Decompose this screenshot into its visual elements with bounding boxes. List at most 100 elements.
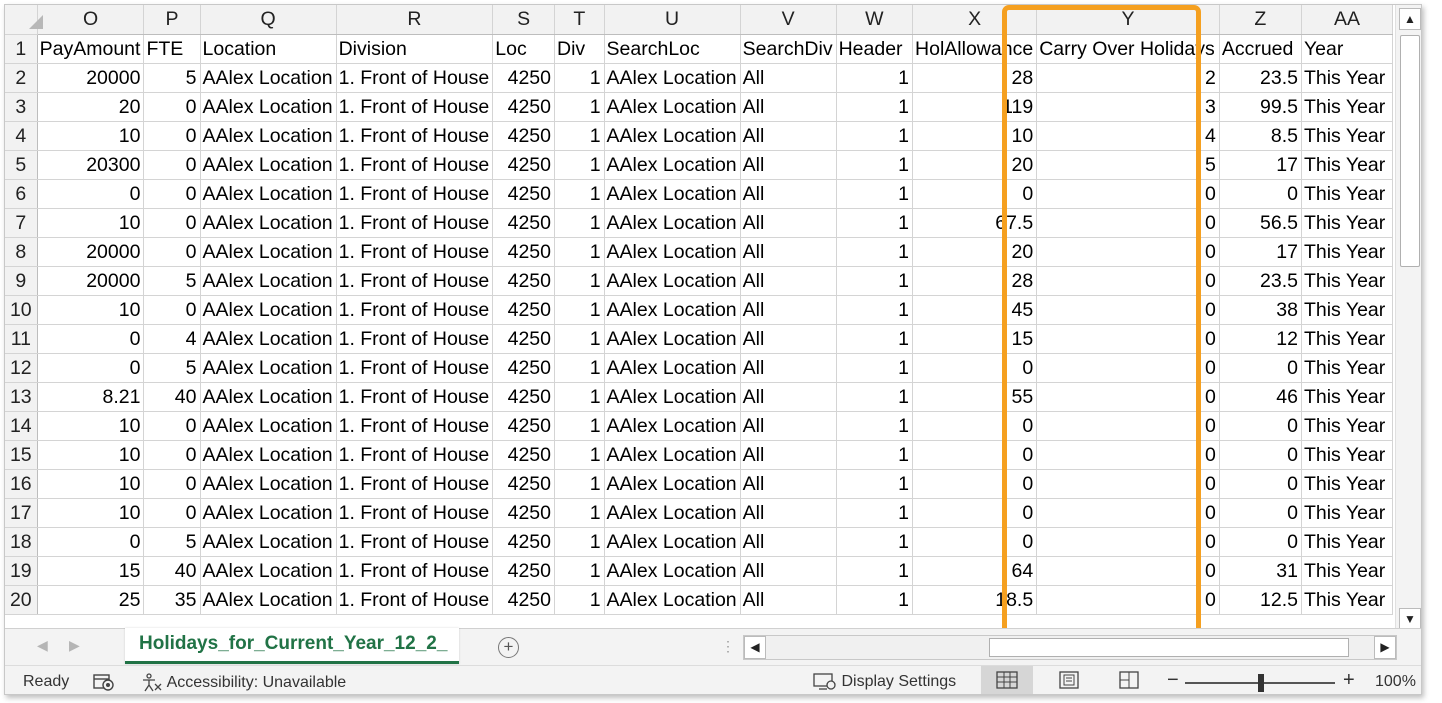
cell[interactable]: 10 — [37, 411, 145, 441]
cell[interactable]: All — [740, 92, 837, 122]
cell[interactable]: 1 — [836, 121, 914, 151]
cell[interactable]: 0 — [143, 498, 201, 528]
cell[interactable]: This Year — [1301, 556, 1393, 586]
cell[interactable]: 10 — [37, 208, 145, 238]
cell[interactable]: 1 — [554, 63, 605, 93]
header-cell[interactable]: SearchDiv — [740, 34, 837, 64]
row-header[interactable]: 20 — [5, 585, 38, 615]
cell[interactable]: 0 — [912, 411, 1038, 441]
row-header[interactable]: 14 — [5, 411, 38, 441]
accessibility-status[interactable]: Accessibility: Unavailable — [141, 673, 346, 693]
cell[interactable]: This Year — [1301, 324, 1393, 354]
zoom-slider-thumb[interactable] — [1258, 674, 1264, 692]
cell[interactable]: 20000 — [37, 266, 145, 296]
cell[interactable]: This Year — [1301, 179, 1393, 209]
cell[interactable]: This Year — [1301, 266, 1393, 296]
cell[interactable]: AAlex Location — [604, 63, 741, 93]
cell[interactable]: 1 — [836, 556, 914, 586]
cell[interactable]: 1 — [554, 266, 605, 296]
cell[interactable]: 1 — [554, 324, 605, 354]
cell[interactable]: AAlex Location — [200, 179, 337, 209]
cell[interactable]: 0 — [37, 324, 145, 354]
cell[interactable]: 4250 — [492, 324, 555, 354]
cell[interactable]: 1 — [554, 237, 605, 267]
cell[interactable]: 4250 — [492, 266, 555, 296]
cell[interactable]: AAlex Location — [200, 63, 337, 93]
cell[interactable]: 0 — [143, 92, 201, 122]
cell[interactable]: AAlex Location — [200, 295, 337, 325]
cell[interactable]: All — [740, 411, 837, 441]
cell[interactable]: All — [740, 324, 837, 354]
cell[interactable]: 0 — [1219, 411, 1302, 441]
cell[interactable]: This Year — [1301, 353, 1393, 383]
cell[interactable]: AAlex Location — [604, 527, 741, 557]
cell[interactable]: 4250 — [492, 585, 555, 615]
cell[interactable]: 0 — [1036, 266, 1220, 296]
cell[interactable]: All — [740, 121, 837, 151]
column-header-z[interactable]: Z — [1219, 5, 1302, 35]
cell[interactable]: 0 — [37, 353, 145, 383]
cell[interactable]: 1. Front of House — [336, 469, 494, 499]
cell[interactable]: 4250 — [492, 295, 555, 325]
cell[interactable]: 0 — [143, 150, 201, 180]
row-header[interactable]: 16 — [5, 469, 38, 499]
cell[interactable]: 1 — [836, 324, 914, 354]
cell[interactable]: 15 — [912, 324, 1038, 354]
cell[interactable]: 5 — [143, 527, 201, 557]
cell[interactable]: 1. Front of House — [336, 353, 494, 383]
cell[interactable]: 0 — [1036, 440, 1220, 470]
cell[interactable]: 0 — [143, 179, 201, 209]
cell[interactable]: 4 — [143, 324, 201, 354]
cell[interactable]: This Year — [1301, 295, 1393, 325]
cell[interactable]: AAlex Location — [604, 353, 741, 383]
cell[interactable]: 1. Front of House — [336, 382, 494, 412]
cell[interactable]: 1 — [836, 266, 914, 296]
cell[interactable]: 0 — [143, 469, 201, 499]
tab-prev-icon[interactable]: ◀ — [37, 637, 48, 654]
row-header[interactable]: 17 — [5, 498, 38, 528]
cell[interactable]: AAlex Location — [200, 208, 337, 238]
cell[interactable]: 5 — [1036, 150, 1220, 180]
cell[interactable]: 38 — [1219, 295, 1302, 325]
cell[interactable]: 18.5 — [912, 585, 1038, 615]
macro-record-icon[interactable] — [93, 673, 115, 691]
cell[interactable]: 4250 — [492, 63, 555, 93]
cell[interactable]: 1 — [836, 411, 914, 441]
cell[interactable]: All — [740, 440, 837, 470]
cell[interactable]: 0 — [912, 469, 1038, 499]
cell[interactable]: 4250 — [492, 92, 555, 122]
cell[interactable]: This Year — [1301, 527, 1393, 557]
row-header[interactable]: 3 — [5, 92, 38, 122]
cell[interactable]: 1 — [836, 295, 914, 325]
cell[interactable]: This Year — [1301, 63, 1393, 93]
row-header[interactable]: 18 — [5, 527, 38, 557]
cell[interactable]: 0 — [37, 527, 145, 557]
scroll-left-icon[interactable]: ◀ — [744, 636, 766, 659]
cell[interactable]: 1 — [836, 150, 914, 180]
scroll-up-icon[interactable]: ▲ — [1399, 8, 1421, 30]
cell[interactable]: 1 — [836, 237, 914, 267]
horizontal-scroll-thumb[interactable] — [989, 638, 1349, 657]
cell[interactable]: 1. Front of House — [336, 63, 494, 93]
cell[interactable]: 0 — [1219, 179, 1302, 209]
vertical-scroll-thumb[interactable] — [1400, 35, 1420, 267]
cell[interactable]: AAlex Location — [200, 469, 337, 499]
cell[interactable]: 3 — [1036, 92, 1220, 122]
cell[interactable]: 4 — [1036, 121, 1220, 151]
row-header[interactable]: 9 — [5, 266, 38, 296]
column-header-x[interactable]: X — [912, 5, 1038, 35]
cell[interactable]: 1. Front of House — [336, 266, 494, 296]
zoom-level[interactable]: 100% — [1375, 673, 1416, 691]
normal-view-button[interactable] — [981, 666, 1033, 694]
cell[interactable]: AAlex Location — [604, 324, 741, 354]
header-cell[interactable]: Div — [554, 34, 605, 64]
cell[interactable]: 1 — [836, 179, 914, 209]
cell[interactable]: All — [740, 469, 837, 499]
cell[interactable]: 20000 — [37, 237, 145, 267]
cell[interactable]: AAlex Location — [604, 585, 741, 615]
cell[interactable]: 4250 — [492, 121, 555, 151]
cell[interactable]: This Year — [1301, 237, 1393, 267]
page-break-view-button[interactable] — [1103, 666, 1155, 694]
cell[interactable]: AAlex Location — [604, 92, 741, 122]
cell[interactable]: AAlex Location — [200, 324, 337, 354]
